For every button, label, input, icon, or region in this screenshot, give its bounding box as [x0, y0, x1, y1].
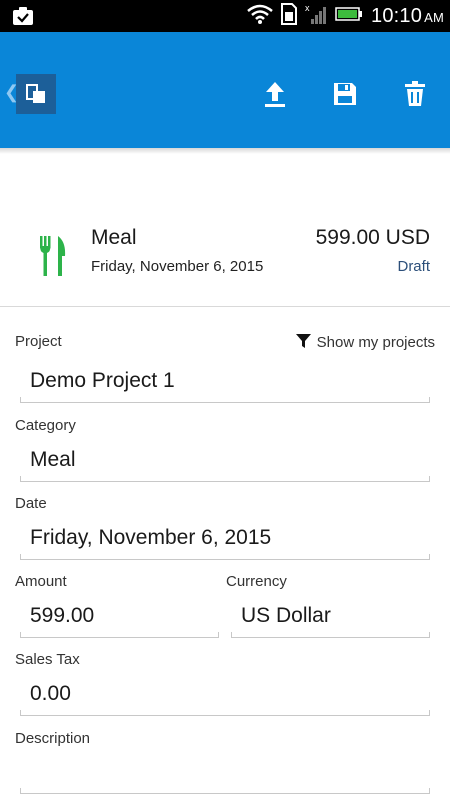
status-bar: x 10:10 AM — [0, 0, 450, 32]
currency-label: Currency — [226, 573, 287, 590]
currency-field[interactable]: US Dollar — [231, 604, 430, 638]
date-field[interactable]: Friday, November 6, 2015 — [20, 526, 430, 560]
save-icon[interactable] — [327, 76, 363, 112]
date-label: Date — [15, 495, 47, 512]
category-field[interactable]: Meal — [20, 448, 430, 482]
clock: 10:10 AM — [371, 5, 444, 28]
battery-icon — [335, 6, 363, 27]
wifi-icon — [247, 4, 273, 29]
expense-summary: Meal Friday, November 6, 2015 599.00 USD… — [0, 200, 450, 307]
amount-field[interactable]: 599.00 — [20, 604, 219, 638]
clock-ampm: AM — [424, 9, 444, 25]
clock-time: 10:10 — [371, 4, 423, 27]
sales-tax-field[interactable]: 0.00 — [20, 682, 430, 716]
sim-card-icon — [281, 2, 298, 30]
sales-tax-label: Sales Tax — [15, 651, 80, 668]
summary-amount: 599.00 USD — [315, 226, 430, 249]
amount-label: Amount — [15, 573, 67, 590]
app-bar: ❮ DETAILS — [0, 32, 450, 162]
signal-icon: x — [305, 3, 327, 30]
summary-category-title: Meal — [91, 226, 137, 249]
filter-funnel-icon — [295, 333, 311, 352]
project-field[interactable]: Demo Project 1 — [20, 369, 430, 403]
show-my-projects-label: Show my projects — [316, 334, 435, 351]
delete-trash-icon[interactable] — [397, 76, 433, 112]
category-label: Category — [15, 417, 76, 434]
clipboard-check-icon — [12, 6, 34, 31]
description-field[interactable] — [20, 760, 430, 794]
summary-status: Draft — [397, 258, 430, 275]
app-logo-icon[interactable] — [16, 74, 56, 114]
svg-text:x: x — [305, 3, 310, 13]
project-label: Project — [15, 333, 62, 350]
fork-knife-icon — [38, 236, 68, 281]
show-my-projects-filter[interactable]: Show my projects — [295, 333, 435, 352]
app-bar-shadow — [0, 148, 450, 154]
summary-date: Friday, November 6, 2015 — [91, 258, 264, 275]
description-label: Description — [15, 730, 91, 747]
upload-icon[interactable] — [257, 76, 293, 112]
